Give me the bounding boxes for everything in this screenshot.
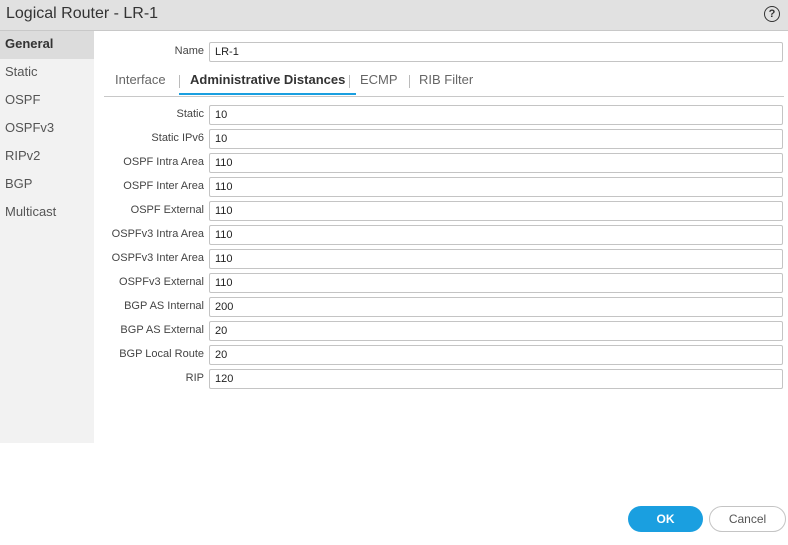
dialog-title-bar: Logical Router - LR-1 ? (0, 0, 788, 31)
tab-administrative-distances[interactable]: Administrative Distances (178, 72, 357, 95)
ospf-external-input[interactable]: 110 (209, 201, 783, 221)
help-icon[interactable]: ? (764, 6, 780, 22)
name-input[interactable]: LR-1 (209, 42, 783, 62)
ok-button[interactable]: OK (628, 506, 703, 532)
bgp-as-internal-label: BGP AS Internal (124, 300, 204, 312)
tab-ecmp[interactable]: ECMP (360, 72, 398, 87)
rip-label: RIP (185, 372, 204, 384)
ospf-intra-area-label: OSPF Intra Area (123, 156, 204, 168)
ospfv3-inter-area-label: OSPFv3 Inter Area (111, 252, 204, 264)
static-label: Static (176, 108, 204, 120)
tab-bar: Interface Administrative Distances ECMP … (104, 70, 784, 97)
ospfv3-external-input[interactable]: 110 (209, 273, 783, 293)
static-input[interactable]: 10 (209, 105, 783, 125)
ospf-external-label: OSPF External (130, 204, 204, 216)
cancel-button[interactable]: Cancel (709, 506, 786, 532)
bgp-as-external-label: BGP AS External (120, 324, 204, 336)
tab-rib-filter[interactable]: RIB Filter (419, 72, 473, 87)
static-ipv6-label: Static IPv6 (151, 132, 204, 144)
ospfv3-external-label: OSPFv3 External (119, 276, 204, 288)
name-label: Name (174, 45, 204, 57)
tab-separator (349, 75, 350, 88)
ospfv3-intra-area-input[interactable]: 110 (209, 225, 783, 245)
bgp-local-route-label: BGP Local Route (119, 348, 204, 360)
ospfv3-inter-area-input[interactable]: 110 (209, 249, 783, 269)
tab-separator (179, 75, 180, 88)
ospf-inter-area-label: OSPF Inter Area (123, 180, 204, 192)
sidebar-item-static[interactable]: Static (0, 59, 94, 87)
tab-separator (409, 75, 410, 88)
rip-input[interactable]: 120 (209, 369, 783, 389)
bgp-as-internal-input[interactable]: 200 (209, 297, 783, 317)
static-ipv6-input[interactable]: 10 (209, 129, 783, 149)
ospf-intra-area-input[interactable]: 110 (209, 153, 783, 173)
tab-interface[interactable]: Interface (115, 72, 166, 87)
ospf-inter-area-input[interactable]: 110 (209, 177, 783, 197)
ospfv3-intra-area-label: OSPFv3 Intra Area (111, 228, 204, 240)
dialog-title: Logical Router - LR-1 (6, 5, 159, 22)
bgp-local-route-input[interactable]: 20 (209, 345, 783, 365)
bgp-as-external-input[interactable]: 20 (209, 321, 783, 341)
